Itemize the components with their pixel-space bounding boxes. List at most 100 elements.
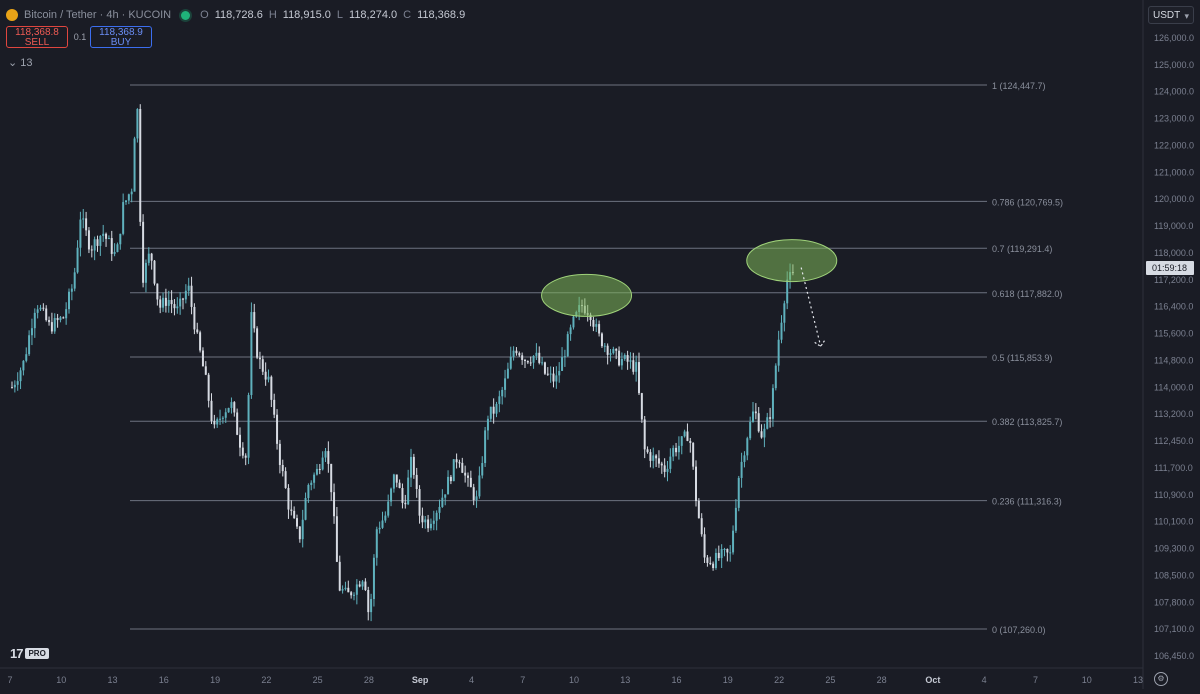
candle-body bbox=[472, 487, 475, 501]
candle-body bbox=[632, 360, 635, 372]
candle-body bbox=[771, 388, 774, 419]
candle-body bbox=[344, 587, 347, 590]
candle-body bbox=[529, 362, 532, 364]
candle-body bbox=[680, 436, 683, 446]
fib-label: 0.786 (120,769.5) bbox=[992, 197, 1063, 207]
candle-body bbox=[45, 308, 48, 321]
candle-body bbox=[663, 465, 666, 472]
candle-body bbox=[686, 431, 689, 441]
candle-body bbox=[378, 527, 381, 530]
candle-body bbox=[122, 202, 125, 234]
candle-body bbox=[424, 519, 427, 523]
candle-body bbox=[142, 221, 145, 283]
candle-body bbox=[136, 109, 139, 139]
ohlc-low-label: L bbox=[336, 9, 344, 21]
candle-body bbox=[467, 475, 469, 478]
candle-body bbox=[615, 348, 618, 351]
ohlc-open-label: O bbox=[200, 9, 209, 21]
indicators-toggle[interactable]: ⌄ 13 bbox=[8, 56, 33, 69]
candle-body bbox=[766, 417, 769, 429]
candle-body bbox=[310, 482, 313, 485]
candle-body bbox=[609, 353, 612, 355]
candle-body bbox=[210, 400, 213, 421]
candle-body bbox=[774, 365, 777, 389]
candle-body bbox=[164, 297, 167, 306]
candle-body bbox=[498, 396, 501, 404]
candle-body bbox=[506, 368, 509, 379]
fib-label: 0.5 (115,853.9) bbox=[992, 353, 1052, 363]
candle-body bbox=[669, 456, 672, 469]
currency-label: USDT bbox=[1153, 10, 1181, 21]
candle-body bbox=[410, 456, 412, 478]
candle-body bbox=[652, 455, 655, 461]
candle-body bbox=[501, 389, 504, 397]
time-tick-label: Sep bbox=[412, 675, 429, 685]
candle-body bbox=[301, 519, 304, 540]
candle-body bbox=[315, 468, 318, 475]
candle-body bbox=[404, 502, 407, 505]
settings-gear-icon[interactable]: ⚙ bbox=[1154, 672, 1168, 686]
candle-body bbox=[561, 357, 564, 371]
candle-body bbox=[780, 322, 783, 340]
time-tick-label: 22 bbox=[261, 675, 271, 685]
candle-body bbox=[481, 463, 484, 476]
time-tick-label: 13 bbox=[620, 675, 630, 685]
market-open-icon bbox=[181, 10, 191, 20]
candle-body bbox=[324, 451, 327, 458]
sell-button[interactable]: 118,368.8 SELL bbox=[6, 26, 68, 48]
price-tick-label: 108,500.0 bbox=[1154, 570, 1194, 580]
candle-body bbox=[412, 456, 415, 475]
candle-body bbox=[521, 355, 524, 360]
price-chart[interactable]: 1 (124,447.7) 0.786 (120,769.5) 0.7 (119,2… bbox=[0, 0, 1200, 689]
candle-body bbox=[113, 251, 116, 254]
buy-button[interactable]: 118,368.9 BUY bbox=[90, 26, 152, 48]
candle-body bbox=[187, 285, 190, 291]
chart-stage[interactable]: 1 (124,447.7) 0.786 (120,769.5) 0.7 (119,2… bbox=[0, 0, 1200, 689]
candle-body bbox=[196, 329, 199, 333]
candle-body bbox=[714, 552, 717, 569]
candle-body bbox=[204, 366, 207, 375]
price-tick-label: 109,300.0 bbox=[1154, 544, 1194, 554]
price-tick-label: 123,000.0 bbox=[1154, 114, 1194, 124]
currency-select[interactable]: USDT ▾ bbox=[1148, 6, 1194, 24]
time-tick-label: 7 bbox=[7, 675, 12, 685]
candle-body bbox=[116, 244, 119, 252]
candle-body bbox=[330, 463, 333, 493]
candle-body bbox=[59, 317, 62, 321]
candle-body bbox=[532, 355, 535, 363]
time-tick-label: 10 bbox=[569, 675, 579, 685]
price-tick-label: 113,200.0 bbox=[1154, 409, 1193, 419]
candle-body bbox=[133, 138, 136, 192]
candle-body bbox=[56, 318, 59, 321]
candle-body bbox=[712, 563, 715, 569]
candle-body bbox=[153, 260, 156, 284]
candle-body bbox=[11, 387, 13, 389]
candle-body bbox=[281, 464, 284, 472]
candle-body bbox=[159, 299, 162, 308]
candle-body bbox=[777, 339, 780, 366]
time-tick-label: 16 bbox=[159, 675, 169, 685]
candle-body bbox=[643, 419, 646, 450]
candle-body bbox=[162, 297, 165, 308]
symbol-title[interactable]: Bitcoin / Tether · 4h · KUCOIN bbox=[24, 9, 171, 21]
candle-body bbox=[335, 516, 338, 562]
candle-body bbox=[629, 360, 632, 362]
candle-body bbox=[769, 417, 772, 419]
time-tick-label: 25 bbox=[313, 675, 323, 685]
candle-body bbox=[606, 345, 609, 355]
candle-body bbox=[96, 239, 99, 246]
candle-body bbox=[65, 309, 68, 319]
candle-body bbox=[39, 307, 42, 310]
candle-body bbox=[68, 291, 70, 310]
candle-body bbox=[518, 353, 521, 356]
candle-body bbox=[213, 420, 216, 425]
candle-body bbox=[173, 304, 176, 309]
candle-body bbox=[321, 457, 324, 470]
candle-body bbox=[489, 406, 492, 419]
candle-body bbox=[677, 445, 680, 453]
candle-body bbox=[273, 399, 276, 415]
price-tick-label: 107,100.0 bbox=[1154, 624, 1194, 634]
candle-body bbox=[179, 298, 182, 307]
price-tick-label: 118,000.0 bbox=[1154, 248, 1193, 258]
candle-body bbox=[233, 402, 236, 413]
